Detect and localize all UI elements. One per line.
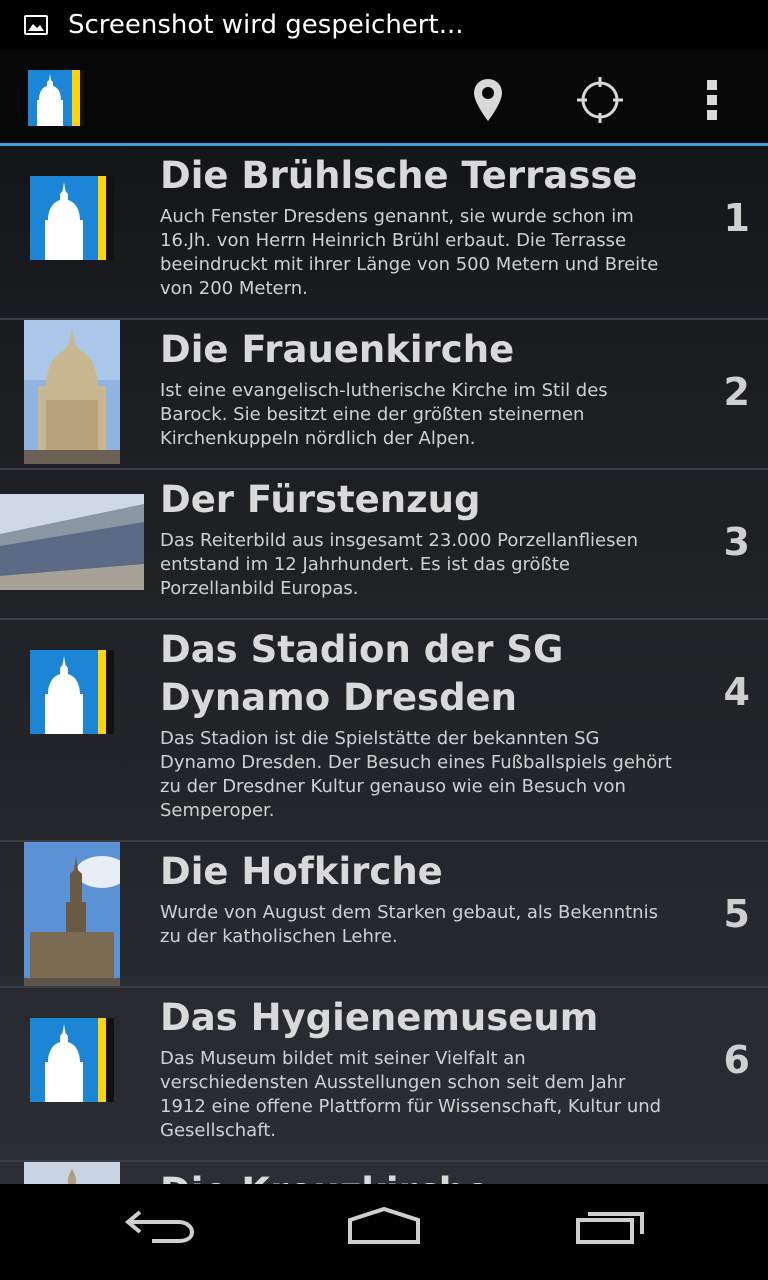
recent-apps-button[interactable] — [574, 1206, 648, 1250]
map-pin-button[interactable] — [458, 70, 518, 130]
item-title: Die Frauenkirche — [160, 328, 515, 371]
list-item[interactable]: Das Stadion der SG Dynamo Dresden Das St… — [0, 620, 768, 842]
item-number: 1 — [723, 196, 750, 240]
navigation-bar — [0, 1184, 768, 1280]
item-title: Das Hygienemuseum — [160, 996, 599, 1039]
status-notification-text: Screenshot wird gespeichert... — [68, 10, 464, 40]
image-icon — [24, 15, 48, 35]
list-item[interactable]: Die Kreuzkirche — [0, 1162, 768, 1184]
home-icon — [348, 1206, 420, 1244]
status-bar: Screenshot wird gespeichert... — [0, 0, 768, 50]
home-button[interactable] — [346, 1206, 422, 1250]
list-item[interactable]: Die Brühlsche Terrasse Auch Fenster Dres… — [0, 146, 768, 320]
item-number: 2 — [723, 370, 750, 414]
app-logo-thumbnail — [30, 1018, 114, 1102]
item-description: Das Stadion ist die Spielstätte der beka… — [160, 728, 672, 821]
item-number: 6 — [723, 1038, 750, 1082]
item-title: Das Stadion der SG Dynamo Dresden — [160, 628, 564, 719]
app-logo-thumbnail — [30, 176, 114, 260]
overflow-menu-button[interactable] — [682, 70, 742, 130]
list-item[interactable]: Der Fürstenzug Das Reiterbild aus insges… — [0, 470, 768, 620]
map-pin-icon — [474, 79, 502, 121]
item-number: 4 — [723, 670, 750, 714]
kreuzkirche-photo — [24, 1162, 120, 1184]
item-title: Die Hofkirche — [160, 850, 443, 893]
back-button[interactable] — [122, 1206, 196, 1250]
recent-apps-icon — [576, 1212, 644, 1244]
item-title: Die Brühlsche Terrasse — [160, 154, 638, 197]
item-number: 5 — [723, 892, 750, 936]
app-logo[interactable] — [28, 70, 84, 130]
item-description: Das Museum bildet mit seiner Vielfalt an… — [160, 1048, 662, 1141]
item-description: Ist eine evangelisch-lutherische Kirche … — [160, 380, 608, 449]
list-item[interactable]: Die Hofkirche Wurde von August dem Stark… — [0, 842, 768, 988]
item-description: Das Reiterbild aus insgesamt 23.000 Porz… — [160, 530, 638, 599]
list-item[interactable]: Die Frauenkirche Ist eine evangelisch-lu… — [0, 320, 768, 470]
item-title: Der Fürstenzug — [160, 478, 481, 521]
item-description: Auch Fenster Dresdens genannt, sie wurde… — [160, 206, 659, 299]
item-description: Wurde von August dem Starken gebaut, als… — [160, 902, 658, 947]
crosshair-location-icon — [577, 77, 623, 123]
overflow-menu-icon — [707, 80, 717, 120]
action-bar — [0, 50, 768, 146]
list-item[interactable]: Das Hygienemuseum Das Museum bildet mit … — [0, 988, 768, 1162]
back-icon — [124, 1210, 195, 1243]
fuerstenzug-photo — [0, 494, 144, 590]
item-number: 3 — [723, 520, 750, 564]
item-title: Die Kreuzkirche — [160, 1168, 678, 1184]
hofkirche-photo — [24, 842, 120, 986]
locate-me-button[interactable] — [570, 70, 630, 130]
sights-list[interactable]: Die Brühlsche Terrasse Auch Fenster Dres… — [0, 146, 768, 1184]
frauenkirche-photo — [24, 320, 120, 464]
app-logo-thumbnail — [30, 650, 114, 734]
